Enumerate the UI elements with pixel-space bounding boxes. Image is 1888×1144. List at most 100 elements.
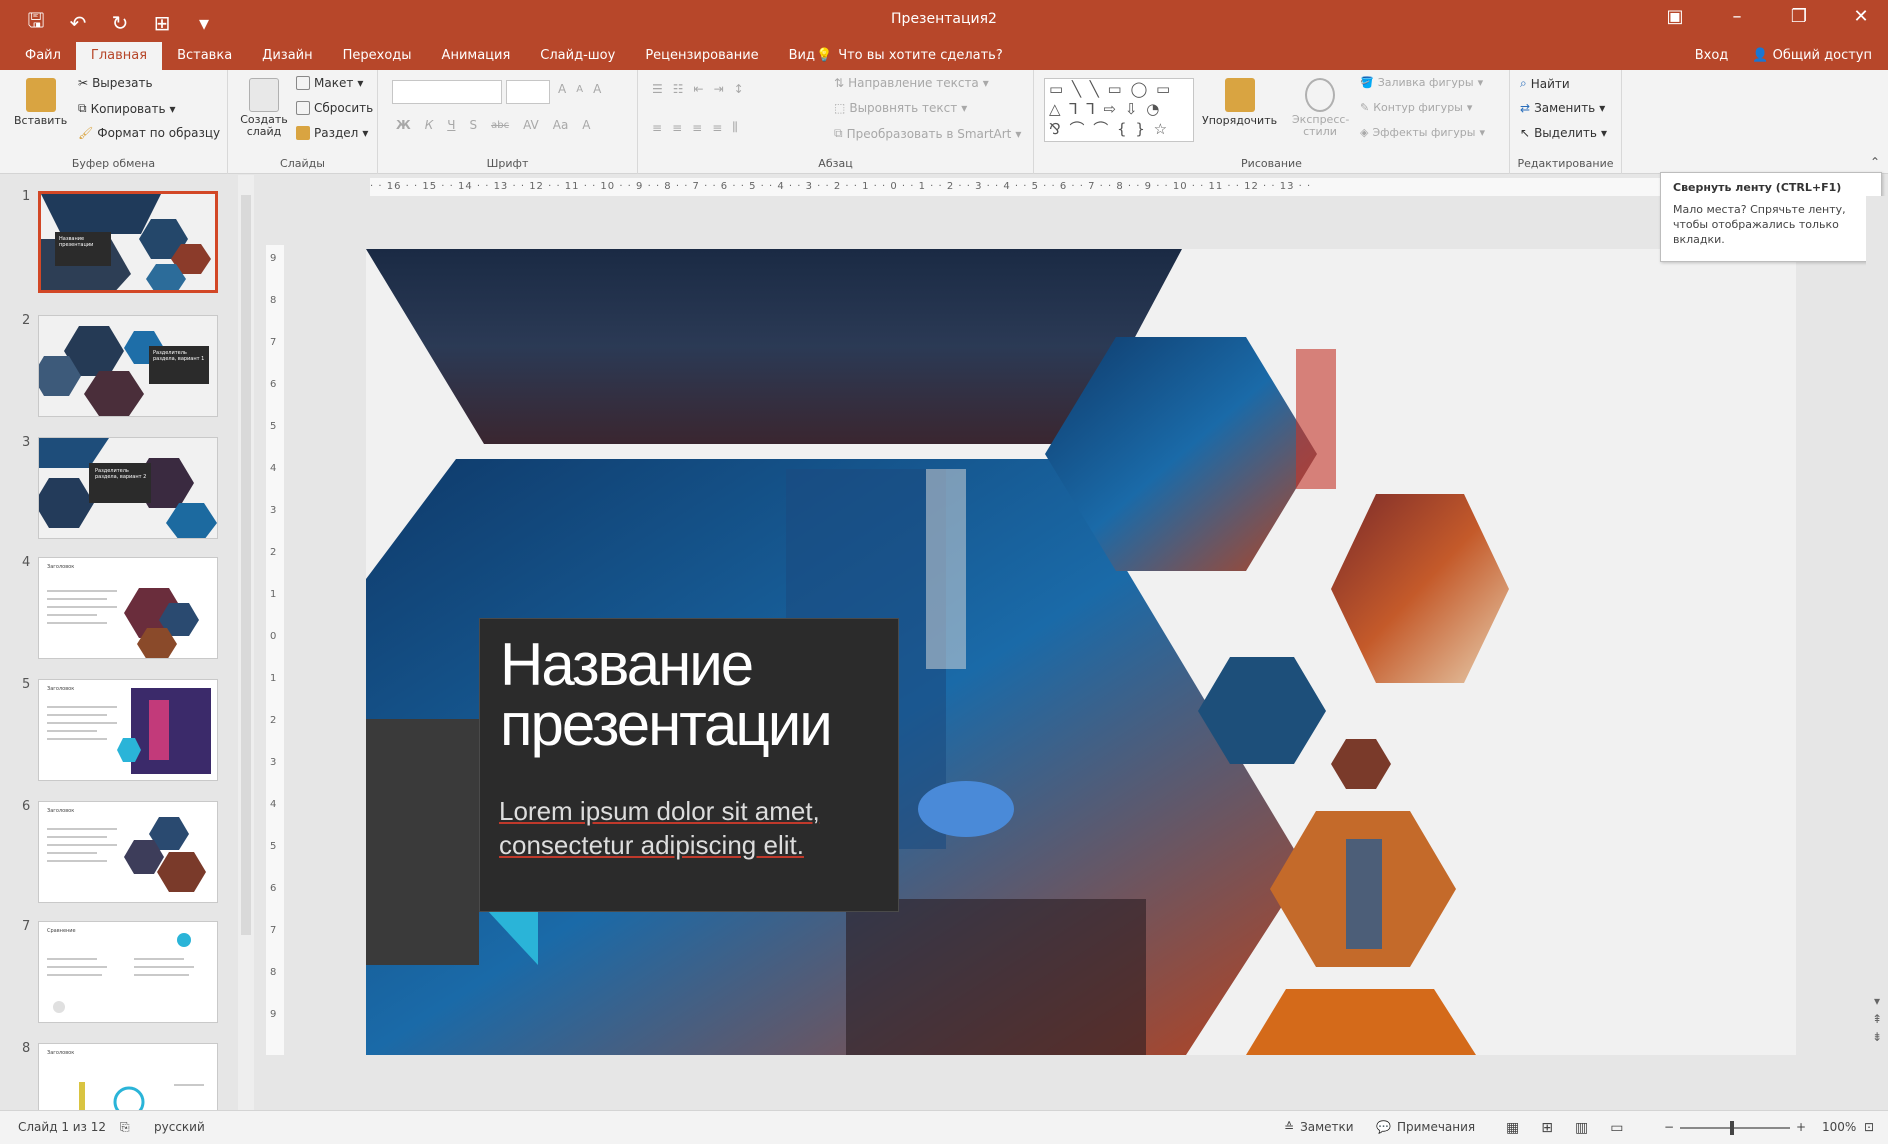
reading-view-icon[interactable]: ▥ xyxy=(1575,1120,1588,1136)
slide-thumbnail[interactable]: Заголовок xyxy=(38,1043,218,1111)
thumbnails-scrollbar[interactable] xyxy=(238,175,254,1110)
replace-button[interactable]: ⇄ Заменить ▾ xyxy=(1520,101,1605,115)
italic-button[interactable]: К xyxy=(425,118,434,132)
maximize-button[interactable]: ❐ xyxy=(1786,6,1812,27)
slide-scrollbar[interactable]: ▾ ⇞ ⇟ xyxy=(1866,196,1888,1106)
signin-link[interactable]: Вход xyxy=(1695,48,1729,63)
numbering-icon[interactable]: ☷ xyxy=(673,82,684,96)
thumbnail-title: Сравнение xyxy=(47,928,76,934)
comments-button[interactable]: 💬 Примечания xyxy=(1376,1120,1475,1134)
thumbnail-6[interactable]: 6 Заголовок xyxy=(22,799,222,907)
minimize-button[interactable]: – xyxy=(1724,6,1750,27)
smartart-button[interactable]: ⧉ Преобразовать в SmartArt ▾ xyxy=(834,126,1021,141)
shape-effects-button[interactable]: ◈ Эффекты фигуры ▾ xyxy=(1360,126,1485,139)
shapes-gallery[interactable]: ▭ ╲ ╲ ▭ ◯ ▭ △ ⅂ ⅂ ⇨ ⇩ ◔ ⅋ ⌒ ⌒ { } ☆ xyxy=(1044,78,1194,142)
font-color-button[interactable]: A xyxy=(582,118,590,132)
align-text-button[interactable]: ⬚ Выровнять текст ▾ xyxy=(834,101,967,115)
line-spacing-icon[interactable]: ↕ xyxy=(734,82,744,96)
close-button[interactable]: ✕ xyxy=(1848,6,1874,27)
slide-subtitle[interactable]: Lorem ipsum dolor sit amet, consectetur … xyxy=(499,794,899,862)
paste-button[interactable]: Вставить xyxy=(14,78,67,127)
shape-fill-button[interactable]: 🪣 Заливка фигуры ▾ xyxy=(1360,76,1483,89)
thumbnail-1[interactable]: 1 Название презентации xyxy=(22,189,222,297)
font-size-combo[interactable] xyxy=(506,80,550,104)
tell-me-box[interactable]: 💡 Что вы хотите сделать? xyxy=(816,48,1003,63)
shadow-button[interactable]: S xyxy=(469,118,477,132)
slide-title[interactable]: Название презентации xyxy=(500,635,900,755)
align-right-icon[interactable]: ≡ xyxy=(692,121,702,135)
scroll-arrows[interactable]: ▾ ⇞ ⇟ xyxy=(1866,992,1888,1046)
format-painter-button[interactable]: 🖌 Формат по образцу xyxy=(78,126,220,140)
select-button[interactable]: ↖ Выделить ▾ xyxy=(1520,126,1607,140)
slide-thumbnail[interactable]: Разделитель раздела, вариант 2 xyxy=(38,437,218,539)
clear-format-button[interactable]: A xyxy=(593,82,601,96)
grow-font-button[interactable]: A xyxy=(558,82,566,96)
fit-slide-icon[interactable]: ⊡ xyxy=(1864,1120,1874,1134)
quick-styles-button[interactable]: Экспресс-стили xyxy=(1292,78,1349,138)
tab-transitions[interactable]: Переходы xyxy=(328,42,427,70)
slide-thumbnail[interactable]: Название презентации xyxy=(38,191,218,293)
notes-button[interactable]: ≙ Заметки xyxy=(1284,1120,1354,1134)
scrollbar-thumb[interactable] xyxy=(241,195,251,935)
spacing-button[interactable]: AV xyxy=(523,118,539,132)
tab-home[interactable]: Главная xyxy=(75,42,163,70)
cut-button[interactable]: ✂ Вырезать xyxy=(78,76,153,90)
zoom-out-button[interactable]: − xyxy=(1664,1120,1674,1134)
justify-icon[interactable]: ≡ xyxy=(712,121,722,135)
section-button[interactable]: Раздел ▾ xyxy=(296,126,368,140)
tab-insert[interactable]: Вставка xyxy=(162,42,247,70)
align-center-icon[interactable]: ≡ xyxy=(672,121,682,135)
tab-review[interactable]: Рецензирование xyxy=(630,42,773,70)
sorter-view-icon[interactable]: ⊞ xyxy=(1541,1120,1553,1136)
shrink-font-button[interactable]: A xyxy=(576,84,583,95)
case-button[interactable]: Aa xyxy=(553,118,569,132)
tab-slideshow[interactable]: Слайд-шоу xyxy=(525,42,630,70)
slide-thumbnail[interactable]: Заголовок xyxy=(38,679,218,781)
thumbnail-3[interactable]: 3 Разделитель раздела, вариант 2 xyxy=(22,435,222,543)
normal-view-icon[interactable]: ▦ xyxy=(1506,1120,1519,1136)
columns-icon[interactable]: ⫼ xyxy=(732,120,738,135)
arrange-button[interactable]: Упорядочить xyxy=(1202,78,1277,127)
zoom-in-button[interactable]: + xyxy=(1796,1120,1806,1134)
collapse-ribbon-icon[interactable]: ⌃ xyxy=(1870,155,1880,169)
zoom-slider[interactable] xyxy=(1680,1121,1790,1135)
slide-thumbnails-panel: 1 Название презентации 2 Разделитель раз… xyxy=(0,175,238,1111)
thumbnail-5[interactable]: 5 Заголовок xyxy=(22,677,222,785)
spellcheck-icon[interactable]: ⎘ xyxy=(120,1120,130,1135)
smartart-label: Преобразовать в SmartArt xyxy=(846,126,1012,141)
slide-thumbnail[interactable]: Заголовок xyxy=(38,557,218,659)
strike-button[interactable]: abc xyxy=(491,120,509,131)
vertical-ruler-label: 8 xyxy=(270,967,277,978)
zoom-slider-thumb[interactable] xyxy=(1730,1121,1734,1135)
align-left-icon[interactable]: ≡ xyxy=(652,121,662,135)
slide-thumbnail[interactable]: Заголовок xyxy=(38,801,218,903)
copy-button[interactable]: ⧉ Копировать ▾ xyxy=(78,101,176,116)
zoom-level[interactable]: 100% xyxy=(1822,1120,1856,1134)
slide-thumbnail[interactable]: Разделитель раздела, вариант 1 xyxy=(38,315,218,417)
title-placeholder[interactable]: Название презентации Lorem ipsum dolor s… xyxy=(479,618,899,912)
thumbnail-7[interactable]: 7 Сравнение xyxy=(22,919,222,1027)
shape-outline-button[interactable]: ✎ Контур фигуры ▾ xyxy=(1360,101,1472,114)
bullets-icon[interactable]: ☰ xyxy=(652,82,663,96)
thumbnail-4[interactable]: 4 Заголовок xyxy=(22,555,222,663)
tab-design[interactable]: Дизайн xyxy=(247,42,327,70)
thumbnail-2[interactable]: 2 Разделитель раздела, вариант 1 xyxy=(22,313,222,421)
language-indicator[interactable]: русский xyxy=(154,1120,205,1134)
tab-file[interactable]: Файл xyxy=(10,42,76,70)
slideshow-view-icon[interactable]: ▭ xyxy=(1610,1120,1623,1136)
find-button[interactable]: ⌕ Найти xyxy=(1520,76,1570,91)
bold-button[interactable]: Ж xyxy=(396,118,411,132)
underline-button[interactable]: Ч xyxy=(447,118,455,132)
font-name-combo[interactable] xyxy=(392,80,502,104)
share-button[interactable]: 👤 Общий доступ xyxy=(1752,48,1872,63)
tab-animations[interactable]: Анимация xyxy=(427,42,526,70)
slide-thumbnail[interactable]: Сравнение xyxy=(38,921,218,1023)
indent-decrease-icon[interactable]: ⇤ xyxy=(694,82,704,96)
reset-button[interactable]: Сбросить xyxy=(296,101,373,115)
slide-canvas[interactable]: Название презентации Lorem ipsum dolor s… xyxy=(366,249,1796,1055)
indent-increase-icon[interactable]: ⇥ xyxy=(714,82,724,96)
layout-button[interactable]: Макет ▾ xyxy=(296,76,363,90)
text-direction-button[interactable]: ⇅ Направление текста ▾ xyxy=(834,76,989,90)
new-slide-button[interactable]: Создать слайд xyxy=(238,78,290,138)
ribbon-display-options-icon[interactable]: ▣ xyxy=(1662,6,1688,27)
